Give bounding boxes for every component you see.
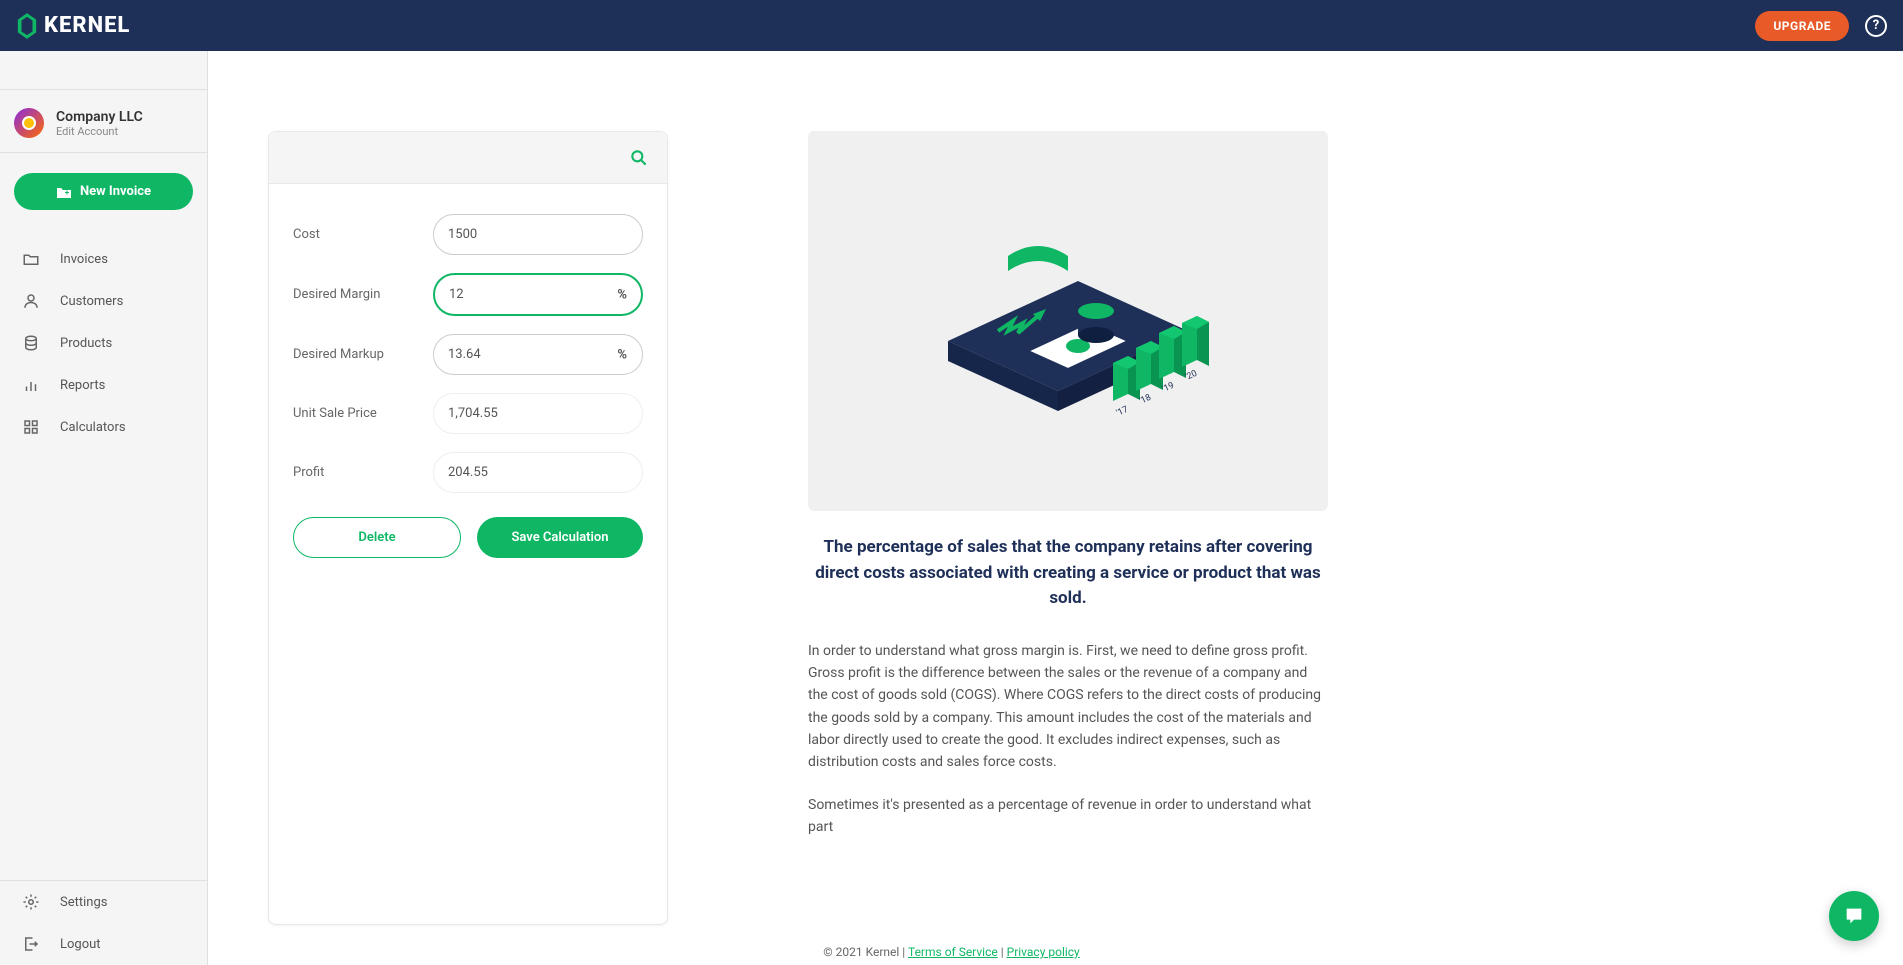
nav-label: Settings [60, 895, 107, 910]
database-icon [22, 334, 40, 352]
save-calculation-button[interactable]: Save Calculation [477, 517, 643, 558]
svg-text:'20: '20 [1184, 369, 1199, 383]
calculator-actions: Delete Save Calculation [293, 517, 643, 558]
profit-output [433, 452, 643, 493]
new-invoice-label: New Invoice [80, 184, 151, 199]
brand-name: KERNEL [44, 13, 130, 38]
unitprice-output [433, 393, 643, 434]
svg-text:'18: '18 [1138, 393, 1153, 407]
nav-label: Customers [60, 294, 123, 309]
margin-input[interactable] [433, 273, 643, 316]
sidebar-item-reports[interactable]: Reports [0, 364, 207, 406]
chart-icon [22, 376, 40, 394]
nav-label: Reports [60, 378, 105, 393]
sidebar-item-logout[interactable]: Logout [0, 923, 207, 965]
person-icon [22, 292, 40, 310]
markup-input[interactable] [433, 334, 643, 375]
copyright: © 2021 Kernel | [823, 945, 908, 959]
calculator-body: Cost Desired Margin % Desired Markup % U… [269, 184, 667, 582]
nav-bottom: Settings Logout [0, 880, 207, 965]
nav-label: Logout [60, 937, 101, 952]
upgrade-button[interactable]: UPGRADE [1755, 11, 1849, 41]
gear-icon [22, 893, 40, 911]
row-unit-price: Unit Sale Price [293, 393, 643, 434]
sidebar-item-products[interactable]: Products [0, 322, 207, 364]
search-icon[interactable] [629, 148, 649, 168]
chat-fab[interactable] [1829, 891, 1879, 941]
help-icon[interactable]: ? [1865, 15, 1887, 37]
info-panel: '17 '18 '19 '20 The percentage of sales … [808, 131, 1328, 925]
row-markup: Desired Markup % [293, 334, 643, 375]
cost-input[interactable] [433, 214, 643, 255]
info-paragraph-2: Sometimes it's presented as a percentage… [808, 794, 1328, 839]
sidebar-item-customers[interactable]: Customers [0, 280, 207, 322]
logo[interactable]: KERNEL [16, 13, 130, 39]
new-file-icon [56, 185, 72, 199]
privacy-link[interactable]: Privacy policy [1007, 945, 1080, 959]
profit-label: Profit [293, 465, 433, 480]
nav-label: Products [60, 336, 112, 351]
info-title: The percentage of sales that the company… [808, 535, 1328, 612]
sidebar-item-invoices[interactable]: Invoices [0, 238, 207, 280]
markup-label: Desired Markup [293, 347, 433, 362]
illustration: '17 '18 '19 '20 [808, 131, 1328, 511]
unitprice-label: Unit Sale Price [293, 406, 433, 421]
sidebar: Company LLC Edit Account New Invoice Inv… [0, 51, 208, 965]
svg-text:'17: '17 [1115, 405, 1130, 419]
logo-icon [16, 13, 38, 39]
cost-label: Cost [293, 227, 433, 242]
edit-account-link[interactable]: Edit Account [56, 125, 143, 138]
header-actions: UPGRADE ? [1755, 11, 1887, 41]
svg-text:'19: '19 [1161, 381, 1176, 395]
sidebar-item-settings[interactable]: Settings [0, 881, 207, 923]
logout-icon [22, 935, 40, 953]
nav-label: Invoices [60, 252, 108, 267]
calculator-header [269, 132, 667, 184]
folder-icon [22, 250, 40, 268]
percent-suffix: % [617, 347, 627, 362]
grid-icon [22, 418, 40, 436]
sidebar-item-calculators[interactable]: Calculators [0, 406, 207, 448]
main-content: Cost Desired Margin % Desired Markup % U… [208, 51, 1903, 965]
company-name: Company LLC [56, 109, 143, 125]
new-invoice-button[interactable]: New Invoice [14, 173, 193, 210]
header: KERNEL UPGRADE ? [0, 0, 1903, 51]
chat-icon [1843, 905, 1865, 927]
nav-label: Calculators [60, 420, 126, 435]
row-margin: Desired Margin % [293, 273, 643, 316]
delete-button[interactable]: Delete [293, 517, 461, 558]
percent-suffix: % [617, 287, 627, 302]
nav-main: Invoices Customers Products Reports Calc… [0, 230, 207, 880]
margin-label: Desired Margin [293, 287, 433, 302]
account-section[interactable]: Company LLC Edit Account [0, 89, 207, 153]
tos-link[interactable]: Terms of Service [908, 945, 998, 959]
footer: © 2021 Kernel | Terms of Service | Priva… [823, 945, 1079, 959]
row-profit: Profit [293, 452, 643, 493]
calculator-card: Cost Desired Margin % Desired Markup % U… [268, 131, 668, 925]
info-paragraph-1: In order to understand what gross margin… [808, 640, 1328, 774]
avatar [14, 108, 44, 138]
row-cost: Cost [293, 214, 643, 255]
